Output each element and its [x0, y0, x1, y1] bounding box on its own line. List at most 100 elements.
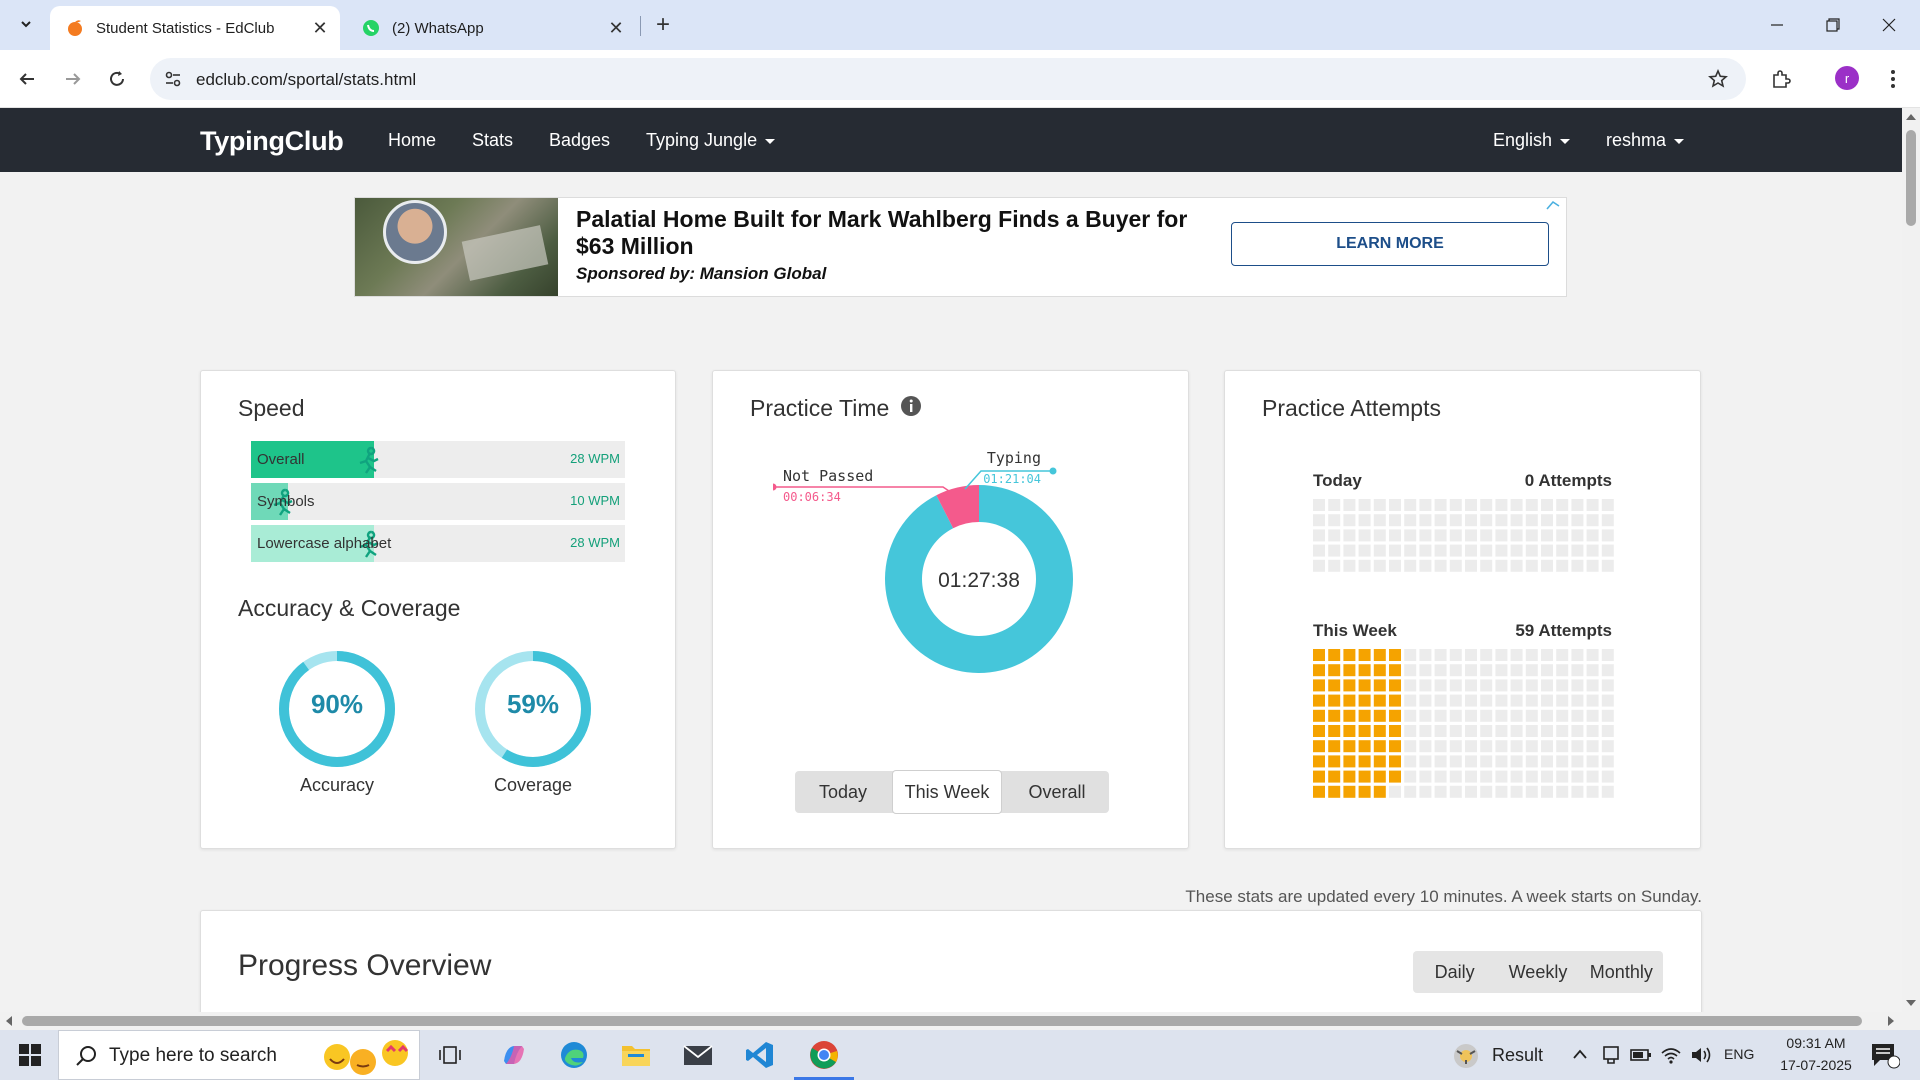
- volume-icon[interactable]: [1690, 1045, 1712, 1065]
- attempt-cell-empty: [1358, 514, 1371, 527]
- not-passed-leader-dot: [773, 483, 777, 491]
- horizontal-scroll-thumb[interactable]: [22, 1016, 1862, 1026]
- browser-menu-button[interactable]: [1878, 64, 1908, 94]
- battery-icon[interactable]: [1630, 1047, 1652, 1063]
- vertical-scroll-thumb[interactable]: [1906, 130, 1916, 226]
- weather-icon[interactable]: [1452, 1042, 1480, 1070]
- horizontal-scrollbar[interactable]: [0, 1012, 1920, 1030]
- ad-house-shape: [461, 225, 549, 281]
- bookmark-star-icon[interactable]: [1708, 69, 1728, 89]
- new-tab-button[interactable]: +: [650, 11, 676, 38]
- user-menu-dropdown[interactable]: reshma: [1606, 130, 1685, 151]
- attempt-cell-empty: [1586, 559, 1599, 572]
- attempt-cell-filled: [1313, 770, 1325, 783]
- attempt-cell-filled: [1313, 725, 1325, 737]
- range-this-week-button[interactable]: This Week: [892, 770, 1002, 814]
- attempt-cell-empty: [1541, 499, 1553, 511]
- attempt-cell-empty: [1586, 649, 1599, 661]
- tab-search-button[interactable]: [12, 10, 40, 38]
- ad-choices-icon[interactable]: [1546, 200, 1560, 210]
- scroll-up-arrow-icon[interactable]: [1906, 114, 1916, 120]
- donut-total: 01:27:38: [938, 569, 1020, 592]
- close-tab-icon[interactable]: ✕: [308, 16, 332, 40]
- copilot-app[interactable]: [496, 1037, 532, 1073]
- vertical-scrollbar[interactable]: [1902, 108, 1920, 1012]
- attempt-cell-empty: [1510, 785, 1523, 798]
- attempt-cell-empty: [1541, 649, 1553, 661]
- address-bar[interactable]: edclub.com/sportal/stats.html: [150, 58, 1746, 100]
- task-view-button[interactable]: [432, 1037, 468, 1073]
- attempt-cell-empty: [1495, 544, 1508, 557]
- attempt-cell-filled: [1358, 755, 1371, 768]
- brand-logo[interactable]: TypingClub: [200, 126, 344, 157]
- language-dropdown[interactable]: English: [1493, 130, 1571, 151]
- vscode-app[interactable]: [742, 1037, 778, 1073]
- attempt-cell-empty: [1434, 499, 1447, 511]
- ad-learn-more-button[interactable]: LEARN MORE: [1231, 222, 1549, 266]
- start-button[interactable]: [12, 1037, 48, 1073]
- attempt-cell-empty: [1571, 740, 1584, 753]
- close-window-button[interactable]: [1874, 10, 1904, 40]
- tab-edclub[interactable]: Student Statistics - EdClub ✕: [50, 6, 340, 50]
- attempt-cell-empty: [1465, 679, 1477, 692]
- range-daily-button[interactable]: Daily: [1413, 962, 1496, 983]
- attempt-cell-empty: [1525, 544, 1538, 557]
- tab-whatsapp[interactable]: (2) WhatsApp ✕: [346, 6, 636, 50]
- scroll-right-arrow-icon[interactable]: [1888, 1016, 1894, 1026]
- forward-button[interactable]: [58, 64, 88, 94]
- chrome-app[interactable]: [806, 1037, 842, 1073]
- nav-home[interactable]: Home: [388, 130, 436, 151]
- back-button[interactable]: [12, 64, 42, 94]
- file-explorer-app[interactable]: [618, 1037, 654, 1073]
- scroll-left-arrow-icon[interactable]: [6, 1016, 12, 1026]
- attempt-cell-empty: [1343, 514, 1356, 527]
- profile-avatar[interactable]: r: [1835, 66, 1859, 90]
- restore-button[interactable]: [1818, 10, 1848, 40]
- attempt-cell-empty: [1601, 755, 1614, 768]
- attempt-cell-empty: [1556, 664, 1569, 677]
- attempt-cell-empty: [1465, 649, 1477, 661]
- scroll-down-arrow-icon[interactable]: [1906, 1000, 1916, 1006]
- attempt-cell-filled: [1373, 785, 1386, 798]
- attempt-cell-empty: [1328, 514, 1341, 527]
- ad-banner[interactable]: Palatial Home Built for Mark Wahlberg Fi…: [354, 197, 1567, 297]
- attempt-cell-empty: [1465, 544, 1477, 557]
- input-language[interactable]: ENG: [1724, 1046, 1754, 1062]
- meet-now-icon[interactable]: [1602, 1045, 1620, 1065]
- edge-app[interactable]: [556, 1037, 592, 1073]
- clock-time[interactable]: 09:31 AM: [1776, 1035, 1856, 1051]
- weather-label[interactable]: Result: [1492, 1045, 1543, 1066]
- attempt-cell-empty: [1449, 679, 1462, 692]
- range-overall-button[interactable]: Overall: [1005, 771, 1109, 813]
- arrow-left-icon: [19, 73, 34, 85]
- attempt-cell-empty: [1313, 544, 1325, 557]
- range-monthly-button[interactable]: Monthly: [1580, 962, 1663, 983]
- notifications-icon[interactable]: [1870, 1042, 1900, 1070]
- mail-app[interactable]: [680, 1037, 716, 1073]
- attempt-cell-empty: [1601, 514, 1614, 527]
- site-info-icon[interactable]: [164, 70, 182, 88]
- attempt-cell-empty: [1449, 664, 1462, 677]
- close-tab-icon[interactable]: ✕: [604, 16, 628, 40]
- range-weekly-button[interactable]: Weekly: [1496, 962, 1579, 983]
- attempt-cell-filled: [1373, 755, 1386, 768]
- wifi-icon[interactable]: [1660, 1045, 1682, 1065]
- minimize-button[interactable]: [1762, 10, 1792, 40]
- nav-typing-jungle-dropdown[interactable]: Typing Jungle: [646, 130, 776, 151]
- ad-headline[interactable]: Palatial Home Built for Mark Wahlberg Fi…: [576, 206, 1216, 260]
- ad-image[interactable]: [355, 198, 558, 296]
- attempt-cell-empty: [1434, 679, 1447, 692]
- attempt-cell-empty: [1601, 694, 1614, 707]
- extensions-button[interactable]: [1766, 64, 1796, 94]
- info-icon[interactable]: [900, 395, 922, 417]
- tray-chevron-up-icon[interactable]: [1572, 1048, 1588, 1060]
- attempt-cell-filled: [1358, 679, 1371, 692]
- nav-badges[interactable]: Badges: [549, 130, 610, 151]
- range-today-button[interactable]: Today: [795, 771, 891, 813]
- practice-attempts-card: Practice Attempts Today 0 Attempts This …: [1224, 370, 1701, 849]
- reload-button[interactable]: [102, 64, 132, 94]
- taskbar-search-box[interactable]: Type here to search: [58, 1030, 420, 1080]
- attempt-cell-filled: [1373, 740, 1386, 753]
- clock-date[interactable]: 17-07-2025: [1770, 1057, 1862, 1073]
- nav-stats[interactable]: Stats: [472, 130, 513, 151]
